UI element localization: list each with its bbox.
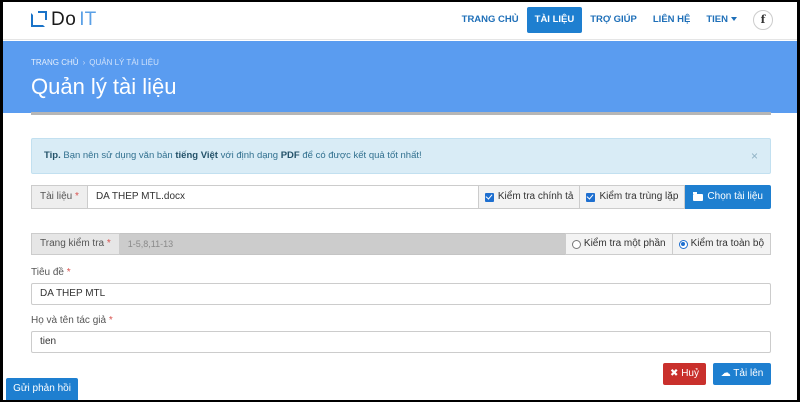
breadcrumb: TRANG CHỦ › QUẢN LÝ TÀI LIỆU — [31, 58, 159, 67]
tip-alert: Tip. Bạn nên sử dụng văn bản tiếng Việt … — [31, 138, 771, 174]
cancel-label: Huỷ — [681, 368, 699, 379]
full-radio[interactable] — [678, 239, 688, 249]
partial-radio[interactable] — [571, 239, 581, 249]
tip-bold-format: PDF — [280, 150, 300, 161]
logo-text-it: IT — [79, 9, 97, 30]
user-menu[interactable]: TIEN — [698, 7, 745, 33]
page-header: TRANG CHỦ › QUẢN LÝ TÀI LIỆU Quản lý tài l… — [3, 41, 797, 113]
logo-text-do: Do — [51, 9, 77, 30]
upload-label: Tải lên — [733, 368, 764, 379]
author-input[interactable]: tien — [31, 331, 771, 353]
main-nav: TRANG CHỦ TÀI LIỆU TRỢ GIÚP LIÊN HỆ TIEN… — [454, 7, 797, 33]
document-input-group: Tài liệu * DA THEP MTL.docx Kiểm tra chí… — [31, 185, 771, 209]
close-icon: ✖ — [670, 368, 679, 379]
cancel-button[interactable]: ✖ Huỷ — [663, 363, 706, 385]
page-range-label: Trang kiểm tra * — [31, 233, 120, 255]
spelling-checkbox[interactable] — [484, 192, 494, 202]
duplicate-checkbox[interactable] — [586, 192, 596, 202]
document-label-text: Tài liệu — [40, 191, 73, 202]
author-label: Họ và tên tác giả * — [31, 315, 113, 326]
page-range-group: Trang kiểm tra * 1-5,8,11-13 Kiểm tra mộ… — [31, 233, 771, 255]
breadcrumb-current: QUẢN LÝ TÀI LIỆU — [89, 58, 159, 67]
feedback-button[interactable]: Gửi phản hồi — [6, 378, 78, 400]
user-name: TIEN — [706, 14, 728, 25]
page-range-input[interactable]: 1-5,8,11-13 — [119, 233, 565, 255]
required-mark: * — [66, 267, 71, 278]
close-icon[interactable]: × — [751, 139, 758, 173]
title-label: Tiêu đề * — [31, 267, 71, 278]
choose-document-button[interactable]: Chọn tài liệu — [685, 185, 771, 209]
header-underline — [31, 112, 771, 115]
tip-label: Tip. — [44, 150, 61, 161]
top-navbar: Do IT TRANG CHỦ TÀI LIỆU TRỢ GIÚP LIÊN H… — [3, 2, 797, 40]
caret-down-icon — [731, 17, 737, 22]
partial-label: Kiểm tra một phần — [583, 238, 666, 249]
document-file-field[interactable]: DA THEP MTL.docx — [87, 185, 478, 209]
nav-help[interactable]: TRỢ GIÚP — [582, 7, 645, 33]
logo[interactable]: Do IT — [31, 9, 96, 31]
title-label-text: Tiêu đề — [31, 267, 64, 278]
choose-document-label: Chọn tài liệu — [707, 191, 763, 202]
required-mark: * — [106, 238, 111, 249]
folder-open-icon — [693, 191, 704, 201]
document-label: Tài liệu * — [31, 185, 88, 209]
nav-documents[interactable]: TÀI LIỆU — [526, 7, 583, 33]
tip-bold-language: tiếng Việt — [175, 150, 218, 161]
required-mark: * — [75, 191, 79, 202]
required-mark: * — [108, 315, 113, 326]
app-frame: Do IT TRANG CHỦ TÀI LIỆU TRỢ GIÚP LIÊN H… — [3, 2, 797, 400]
cloud-upload-icon: ☁ — [720, 368, 731, 379]
nav-home[interactable]: TRANG CHỦ — [454, 7, 527, 33]
tip-text-2: với định dạng — [220, 150, 279, 161]
upload-button[interactable]: ☁ Tải lên — [713, 363, 771, 385]
breadcrumb-home[interactable]: TRANG CHỦ — [31, 58, 79, 67]
facebook-icon[interactable]: f — [753, 10, 773, 30]
check-duplicate-label: Kiểm tra trùng lặp — [599, 191, 679, 202]
logo-icon — [31, 11, 47, 27]
tip-text-3: để có được kết quả tốt nhất! — [302, 150, 422, 161]
nav-contact[interactable]: LIÊN HỆ — [645, 7, 698, 33]
title-input[interactable]: DA THEP MTL — [31, 283, 771, 305]
check-duplicate-option[interactable]: Kiểm tra trùng lặp — [580, 185, 686, 209]
full-check-option[interactable]: Kiểm tra toàn bộ — [672, 233, 771, 255]
check-spelling-option[interactable]: Kiểm tra chính tả — [477, 185, 581, 209]
partial-check-option[interactable]: Kiểm tra một phần — [564, 233, 673, 255]
full-label: Kiểm tra toàn bộ — [690, 238, 764, 249]
page-range-label-text: Trang kiểm tra — [40, 238, 105, 249]
breadcrumb-separator: › — [82, 58, 86, 67]
check-spelling-label: Kiểm tra chính tả — [497, 191, 574, 202]
tip-text-1: Bạn nên sử dụng văn bản — [63, 150, 173, 161]
author-label-text: Họ và tên tác giả — [31, 315, 107, 326]
page-title: Quản lý tài liệu — [31, 74, 177, 99]
